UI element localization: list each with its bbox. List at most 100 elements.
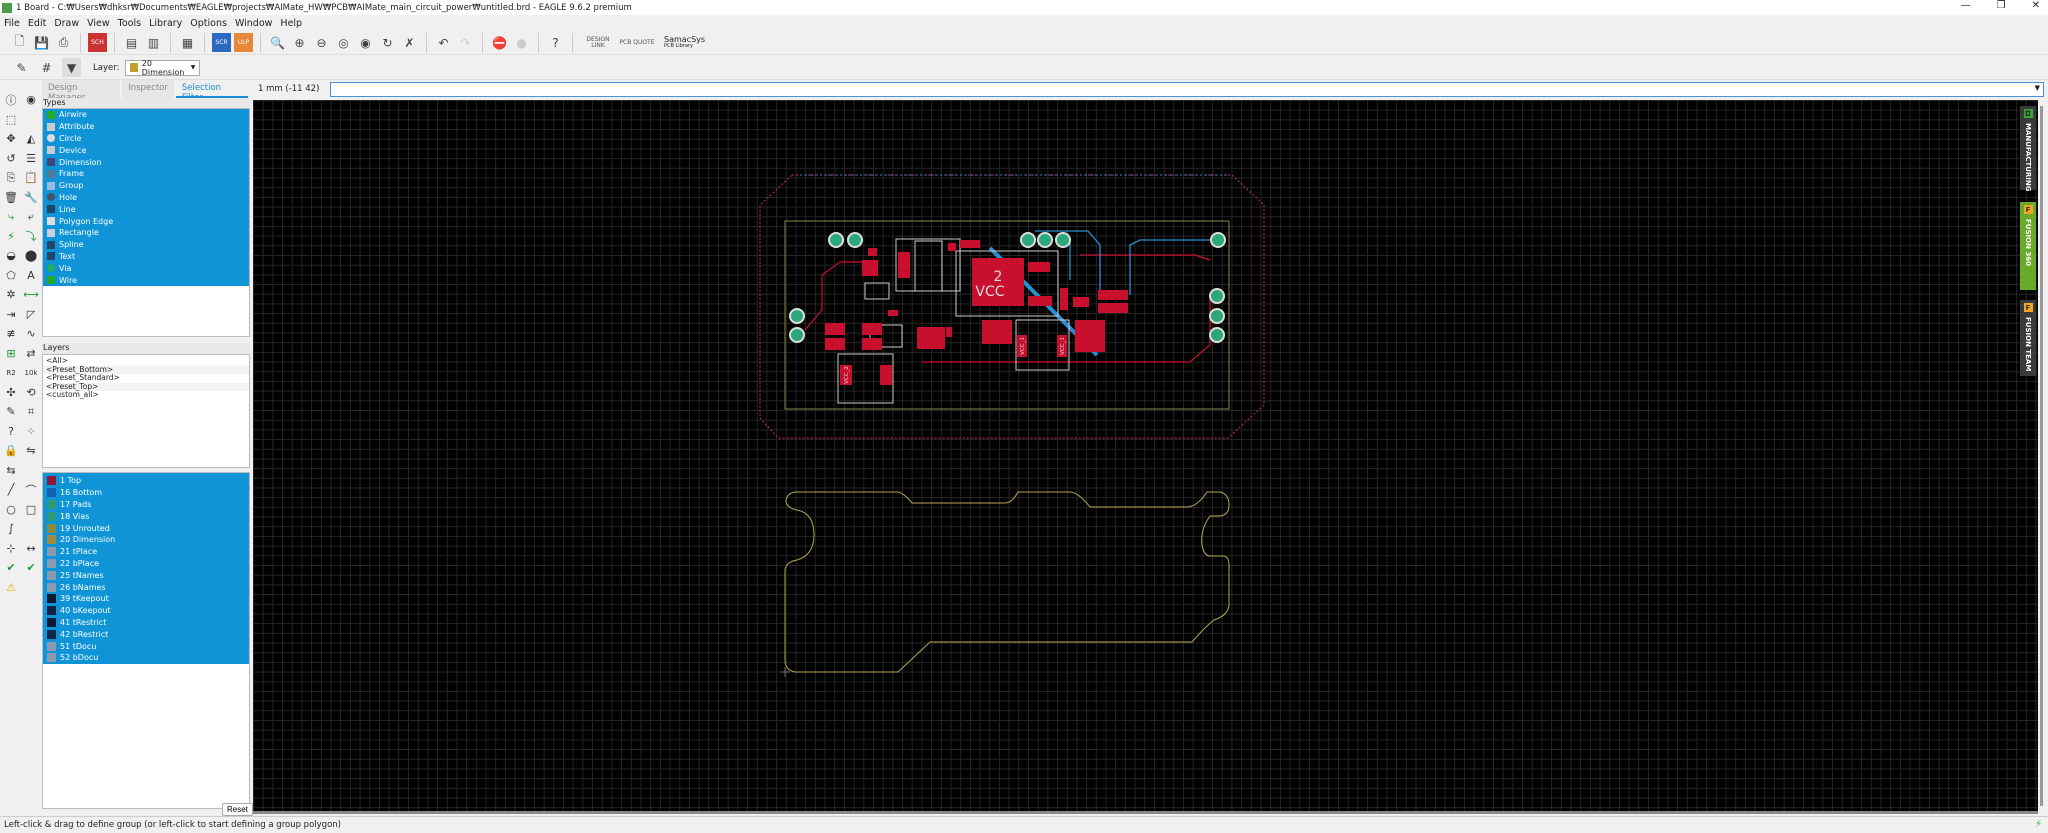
optimize-icon[interactable]: ⤵: [26, 228, 37, 244]
drc-icon[interactable]: ✔: [26, 561, 35, 574]
question-icon[interactable]: ?: [8, 425, 14, 438]
layer-item[interactable]: 16 Bottom: [43, 487, 249, 499]
type-circle[interactable]: Circle: [43, 133, 249, 145]
warning-icon[interactable]: ⚠: [6, 581, 16, 594]
zoom-last-icon[interactable]: ◉: [356, 33, 375, 52]
layer-item[interactable]: 39 tKeepout: [43, 593, 249, 605]
horizontal-scrollbar[interactable]: [253, 811, 2038, 814]
reset-button[interactable]: Reset: [222, 803, 253, 816]
tag-icon[interactable]: ⌗: [28, 405, 34, 419]
menu-view[interactable]: View: [83, 18, 114, 29]
select-icon[interactable]: ⬚: [6, 113, 16, 126]
split-icon[interactable]: ✲: [6, 288, 15, 301]
menu-options[interactable]: Options: [186, 18, 231, 29]
mirror-icon[interactable]: ◭: [27, 132, 35, 145]
via-icon[interactable]: ◒: [6, 249, 16, 262]
schematic-icon[interactable]: SCH: [88, 33, 107, 52]
help-icon[interactable]: ?: [546, 33, 565, 52]
menu-help[interactable]: Help: [276, 18, 306, 29]
menu-window[interactable]: Window: [231, 18, 276, 29]
save-icon[interactable]: 💾: [32, 33, 51, 52]
layer-item[interactable]: 51 tDocu: [43, 640, 249, 652]
cam-icon[interactable]: ▤: [122, 33, 141, 52]
stop-icon[interactable]: ⛔: [490, 33, 509, 52]
go-icon[interactable]: ●: [512, 33, 531, 52]
layer-item[interactable]: 25 tNames: [43, 569, 249, 581]
type-rectangle[interactable]: Rectangle: [43, 227, 249, 239]
change-icon[interactable]: ⟲: [26, 386, 35, 399]
command-input[interactable]: ▼: [330, 82, 2044, 97]
meander-icon[interactable]: ⟷: [23, 288, 39, 301]
layer-item[interactable]: 42 bRestrict: [43, 628, 249, 640]
type-line[interactable]: Line: [43, 203, 249, 215]
filter-icon[interactable]: ▼: [62, 58, 81, 77]
type-frame[interactable]: Frame: [43, 168, 249, 180]
smash-icon[interactable]: ✣: [6, 386, 15, 399]
polygon-icon[interactable]: ⬠: [6, 269, 16, 282]
undo-icon[interactable]: ↶: [434, 33, 453, 52]
route-icon[interactable]: ⤷: [8, 210, 14, 224]
pcb-quote-button[interactable]: PCB QUOTE: [619, 39, 655, 46]
copy-icon[interactable]: ⎘: [7, 171, 16, 185]
side-tab-fusion-360[interactable]: F FUSION 360: [2020, 202, 2036, 290]
autoroute-icon[interactable]: ⚡: [7, 230, 15, 243]
layer-item[interactable]: 20 Dimension: [43, 534, 249, 546]
type-text[interactable]: Text: [43, 251, 249, 263]
zoom-select-icon[interactable]: ◎: [334, 33, 353, 52]
tab-inspector[interactable]: Inspector: [122, 80, 174, 98]
add-part-icon[interactable]: ⊞: [6, 347, 15, 360]
layer-item[interactable]: 40 bKeepout: [43, 605, 249, 617]
type-spline[interactable]: Spline: [43, 239, 249, 251]
restore-button[interactable]: ❐: [1997, 0, 2006, 11]
value-icon[interactable]: 10k: [25, 369, 38, 377]
line-icon[interactable]: ╱: [8, 483, 15, 496]
menu-tools[interactable]: Tools: [114, 18, 145, 29]
meander-wave-icon[interactable]: ∿: [26, 327, 35, 340]
type-group[interactable]: Group: [43, 180, 249, 192]
ratsnest-icon[interactable]: ✗: [400, 33, 419, 52]
tab-design-manager[interactable]: Design Manager: [42, 80, 121, 103]
type-airwire[interactable]: Airwire: [43, 109, 249, 121]
group-icon[interactable]: ⁘: [26, 425, 35, 438]
menu-edit[interactable]: Edit: [24, 18, 50, 29]
side-tab-fusion-team[interactable]: F FUSION TEAM: [2020, 300, 2036, 376]
name-icon[interactable]: R2: [6, 369, 15, 377]
side-tab-manufacturing[interactable]: ◘ MANUFACTURING: [2020, 106, 2036, 192]
type-attribute[interactable]: Attribute: [43, 121, 249, 133]
wrench-icon[interactable]: 🔧: [24, 191, 38, 204]
script-icon[interactable]: SCR: [212, 33, 231, 52]
dimension-icon[interactable]: ↔: [26, 542, 35, 555]
pencil-icon[interactable]: ✎: [12, 58, 31, 77]
layer-item[interactable]: 22 bPlace: [43, 558, 249, 570]
menu-library[interactable]: Library: [145, 18, 186, 29]
rectangle-icon[interactable]: □: [26, 503, 36, 516]
zoom-in-icon[interactable]: ⊕: [290, 33, 309, 52]
text-icon[interactable]: A: [27, 269, 35, 282]
move-icon[interactable]: ✥: [6, 132, 15, 145]
samacsys-button[interactable]: SamacSys PCB Library: [664, 35, 705, 50]
tab-selection-filter[interactable]: Selection Filter: [175, 80, 248, 103]
layer-item[interactable]: 18 Vias: [43, 510, 249, 522]
ulp-icon[interactable]: ULP: [234, 33, 253, 52]
design-link-button[interactable]: DESIGN LINK: [580, 36, 616, 49]
zoom-fit-icon[interactable]: 🔍: [268, 33, 287, 52]
layer-item[interactable]: 41 tRestrict: [43, 617, 249, 629]
layer-item[interactable]: 17 Pads: [43, 499, 249, 511]
replace-icon[interactable]: ⇄: [26, 347, 35, 360]
slice-icon[interactable]: ◸: [27, 308, 35, 321]
type-device[interactable]: Device: [43, 144, 249, 156]
close-button[interactable]: ✕: [2032, 0, 2040, 11]
gateswap-icon[interactable]: ⇆: [6, 464, 15, 477]
ripup-icon[interactable]: ⤶: [28, 210, 34, 224]
lock-icon[interactable]: 🔒: [4, 444, 18, 457]
menu-file[interactable]: File: [0, 18, 24, 29]
type-wire[interactable]: Wire: [43, 274, 249, 286]
cam-export-icon[interactable]: ▥: [144, 33, 163, 52]
vertical-scrollbar[interactable]: [2040, 106, 2043, 806]
erc-icon[interactable]: ✔: [6, 561, 15, 574]
mark-icon[interactable]: ⊹: [6, 542, 15, 555]
zoom-out-icon[interactable]: ⊖: [312, 33, 331, 52]
redraw-icon[interactable]: ↻: [378, 33, 397, 52]
layer-dist-icon[interactable]: ≢: [6, 327, 15, 340]
info-icon[interactable]: ⓘ: [6, 92, 17, 108]
